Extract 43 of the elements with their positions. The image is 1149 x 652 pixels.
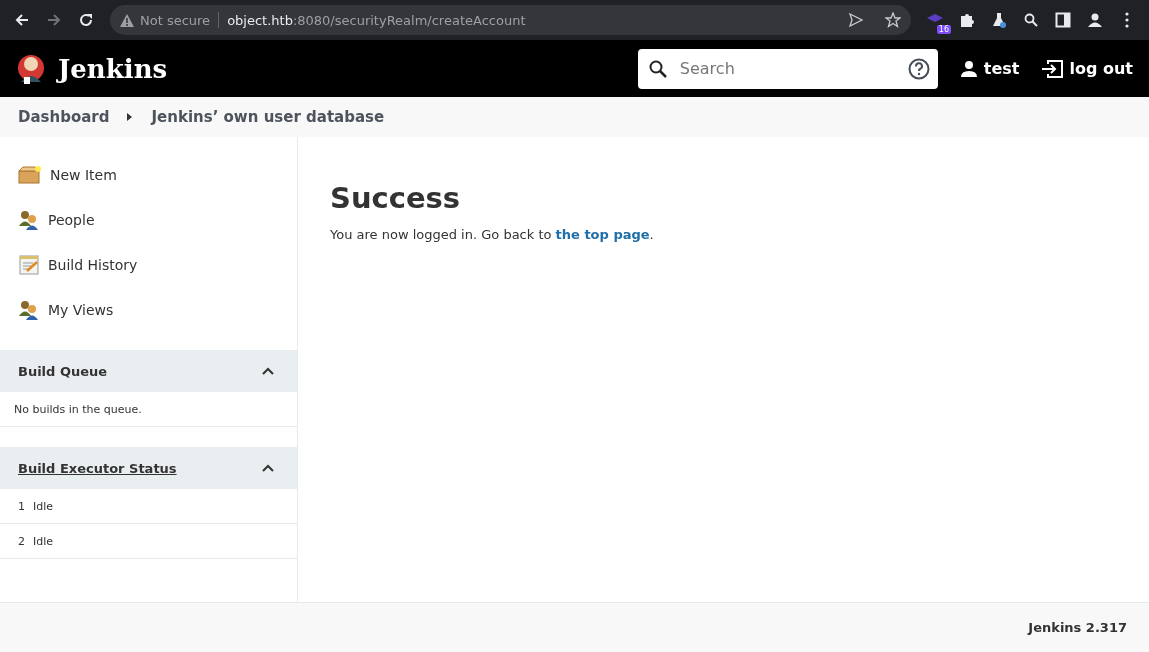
jenkins-title[interactable]: Jenkins	[58, 53, 168, 84]
url-text: object.htb:8080/securityRealm/createAccount	[227, 12, 526, 28]
user-link[interactable]: test	[959, 59, 1020, 78]
forward-arrow-icon	[46, 12, 62, 28]
pane-title-link[interactable]: Build Executor Status	[18, 460, 177, 476]
search-icon	[647, 58, 668, 79]
warning-icon	[120, 13, 134, 27]
user-icon	[959, 59, 978, 78]
box-icon	[18, 165, 42, 185]
task-link[interactable]: Build History	[18, 249, 297, 281]
pane-title: Build Queue	[18, 363, 108, 379]
back-arrow-icon	[14, 12, 30, 28]
send-icon[interactable]	[849, 13, 863, 27]
task-link[interactable]: My Views	[18, 294, 297, 326]
address-bar[interactable]: Not secure object.htb:8080/securityRealm/createAccount	[110, 5, 911, 35]
collapse-button[interactable]	[261, 463, 275, 473]
version-label: Jenkins 2.317	[1028, 620, 1127, 635]
executor-status: Idle	[33, 499, 54, 513]
security-label: Not secure	[140, 12, 211, 28]
people-icon	[18, 299, 40, 321]
executor-number: 1	[18, 499, 25, 513]
logout-icon	[1041, 58, 1064, 79]
help-icon[interactable]	[907, 57, 930, 80]
logout-link[interactable]: log out	[1041, 58, 1133, 79]
star-icon[interactable]	[885, 12, 901, 28]
queue-message: No builds in the queue.	[0, 392, 297, 427]
breadcrumb-link[interactable]: Dashboard	[18, 108, 110, 126]
chevron-icon	[127, 113, 134, 121]
task-link[interactable]: New Item	[18, 159, 297, 191]
executor-number: 2	[18, 534, 25, 548]
status-message: You are now logged in. Go back to the top page.	[330, 227, 654, 242]
reload-icon	[78, 12, 94, 28]
extension-button[interactable]: 16	[921, 6, 949, 34]
top-page-link[interactable]: the top page	[555, 227, 650, 242]
task-link[interactable]: People	[18, 204, 297, 236]
collapse-button[interactable]	[261, 366, 275, 376]
page-heading: Success	[330, 181, 462, 215]
executor-status: Idle	[33, 534, 54, 548]
people-icon	[18, 209, 40, 231]
search-bar[interactable]: Search	[637, 48, 938, 89]
breadcrumb-link[interactable]: Jenkins’ own user database	[151, 108, 385, 126]
extension-badge: 16	[936, 25, 951, 34]
notepad-icon	[18, 254, 40, 276]
